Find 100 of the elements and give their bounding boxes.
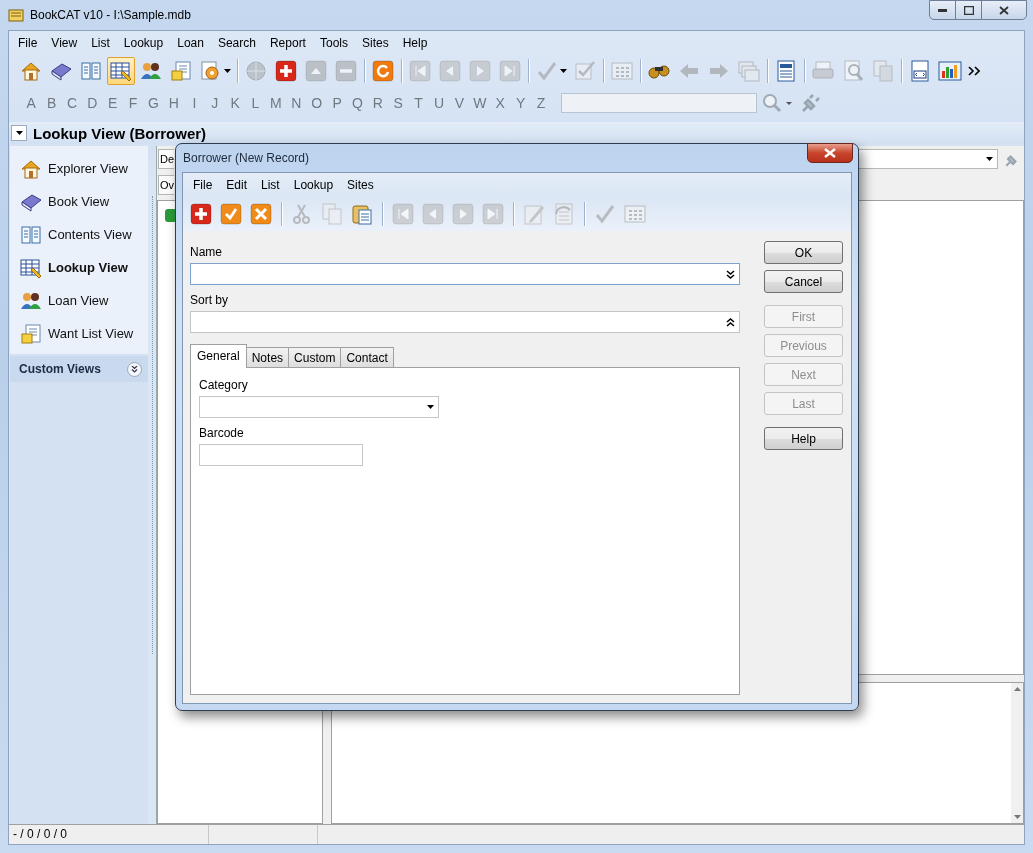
x-button[interactable] — [249, 202, 273, 226]
close-button[interactable] — [807, 143, 853, 163]
menu-item[interactable]: Report — [262, 33, 313, 52]
letter-link[interactable]: P — [326, 95, 348, 111]
menu-item[interactable]: Help — [395, 33, 435, 52]
windows-icon — [737, 59, 761, 83]
sidebar-item[interactable]: Lookup View — [10, 251, 148, 284]
tab[interactable]: Notes — [245, 347, 290, 368]
list-icon — [19, 321, 43, 346]
copy-document-icon — [871, 59, 895, 83]
close-icon — [824, 148, 836, 158]
refresh-button[interactable] — [369, 57, 397, 85]
tab[interactable]: General — [190, 344, 247, 368]
section-header[interactable]: Custom Views — [10, 356, 148, 382]
last-record-icon — [498, 59, 522, 83]
checkmark-icon — [219, 202, 243, 226]
scroll-up-icon[interactable] — [1013, 687, 1021, 691]
tab-fragment[interactable]: Ov — [158, 175, 175, 195]
chevron-button[interactable] — [966, 64, 982, 78]
letter-link[interactable]: N — [286, 95, 307, 111]
search-icon[interactable] — [761, 92, 794, 114]
close-icon — [999, 5, 1009, 15]
maximize-icon — [963, 5, 974, 15]
minimize-button[interactable] — [929, 0, 956, 20]
dialog-button[interactable]: Help — [764, 427, 843, 450]
sidebar-item[interactable]: Explorer View — [10, 152, 148, 185]
letter-link[interactable]: W — [469, 95, 490, 111]
letter-link[interactable]: Q — [347, 95, 368, 111]
tab-fragment[interactable]: De — [158, 149, 175, 169]
double-chevron-down-icon — [726, 269, 735, 279]
open-book-icon — [79, 59, 103, 83]
combo-field[interactable] — [190, 311, 740, 333]
dialog-title: Borrower (New Record) — [183, 151, 310, 165]
menu-item[interactable]: Tools — [312, 33, 355, 52]
field-label: Sort by — [190, 293, 229, 307]
input-field[interactable] — [199, 444, 363, 466]
sidebar-item[interactable]: Loan View — [10, 284, 148, 317]
menu-item[interactable]: List — [84, 33, 117, 52]
letter-link[interactable]: C — [61, 95, 83, 111]
magnifier-page-icon — [841, 59, 865, 83]
last-record-icon — [481, 202, 505, 226]
x-icon — [249, 202, 273, 226]
letter-link[interactable]: B — [41, 95, 62, 111]
menu-item[interactable]: File — [186, 176, 220, 194]
sidebar-item[interactable]: Book View — [10, 185, 148, 218]
letter-link[interactable]: X — [490, 95, 511, 111]
collapse-button[interactable] — [11, 125, 27, 141]
sidebar-item[interactable]: Contents View — [10, 218, 148, 251]
search-field[interactable] — [561, 93, 758, 113]
chevron-icon — [968, 66, 980, 76]
checkmark-button[interactable] — [219, 202, 243, 226]
letter-link[interactable]: O — [306, 95, 327, 111]
dialog-button[interactable]: Cancel — [764, 270, 843, 293]
menu-item[interactable]: Edit — [219, 176, 255, 194]
letter-link[interactable]: V — [449, 95, 470, 111]
maximize-button[interactable] — [955, 0, 982, 20]
menu-item[interactable]: Lookup — [286, 176, 341, 194]
letter-link[interactable]: M — [265, 95, 287, 111]
dialog-button[interactable]: OK — [764, 241, 843, 264]
app-logo-icon — [8, 7, 24, 23]
plus-button[interactable] — [189, 202, 213, 226]
menu-item[interactable]: View — [44, 33, 85, 52]
plus-button[interactable] — [272, 57, 300, 85]
checkmark-icon — [593, 202, 617, 226]
combo-field[interactable] — [190, 263, 740, 285]
table-pencil-button[interactable] — [107, 57, 135, 85]
section-label: Custom Views — [19, 362, 101, 376]
scroll-down-icon[interactable] — [1013, 815, 1021, 819]
menu-item[interactable]: Sites — [355, 33, 396, 52]
letter-link[interactable]: D — [82, 95, 103, 111]
previous-icon — [421, 202, 445, 226]
clipboard-button[interactable] — [350, 202, 374, 226]
letter-link[interactable]: A — [21, 95, 42, 111]
field-label: Barcode — [199, 426, 245, 440]
refresh-icon — [371, 59, 395, 83]
menu-item[interactable]: Loan — [170, 33, 211, 52]
previous-icon — [438, 59, 462, 83]
letter-link[interactable]: U — [428, 95, 450, 111]
letter-link[interactable]: L — [245, 95, 266, 111]
menu-item[interactable]: File — [11, 33, 45, 52]
sidebar-item[interactable]: Want List View — [10, 317, 148, 350]
menu-item[interactable]: List — [254, 176, 287, 194]
menu-item[interactable]: Search — [210, 33, 263, 52]
letter-link[interactable]: S — [388, 95, 409, 111]
copy-icon — [320, 202, 344, 226]
tab[interactable]: Contact — [340, 347, 394, 368]
field-label: Category — [199, 378, 249, 392]
pencil-icon — [522, 202, 546, 226]
menu-item[interactable]: Sites — [340, 176, 381, 194]
letter-link[interactable]: K — [224, 95, 246, 111]
document-icon — [774, 59, 798, 83]
letter-link[interactable]: G — [143, 95, 164, 111]
close-button[interactable] — [981, 0, 1027, 20]
menu-item[interactable]: Lookup — [116, 33, 171, 52]
expand-button[interactable] — [127, 361, 142, 377]
dropdown[interactable] — [199, 396, 439, 418]
letter-link[interactable]: Y — [510, 95, 531, 111]
tab[interactable]: Custom — [288, 347, 342, 368]
plus-icon — [274, 59, 298, 83]
grid-icon — [610, 59, 634, 83]
